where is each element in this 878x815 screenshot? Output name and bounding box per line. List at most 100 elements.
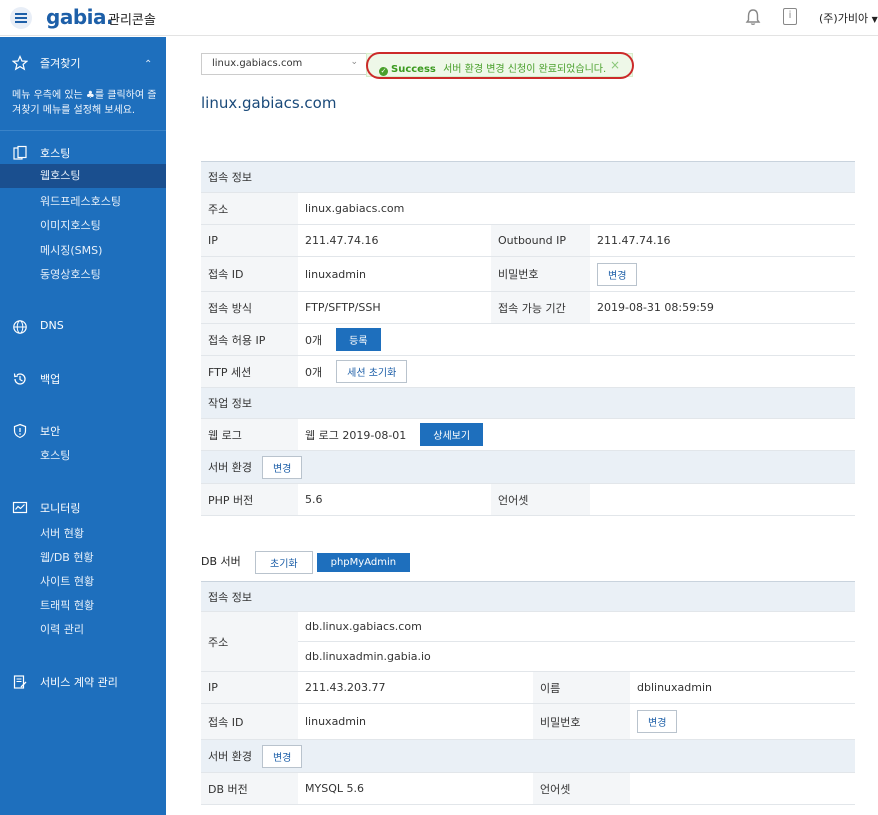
sidebar: 즐겨찾기 ⌃ 메뉴 우측에 있는 ♣를 클릭하여 즐겨찾기 메뉴를 설정해 보세…	[0, 37, 166, 815]
section-header: 서버 환경	[208, 461, 252, 474]
row-label: 비밀번호	[533, 703, 630, 740]
star-icon	[12, 55, 28, 71]
access-method-value: FTP/SFTP/SSH	[298, 291, 491, 324]
info-icon[interactable]: i	[783, 8, 797, 25]
sidebar-item-favorites[interactable]: 즐겨찾기	[0, 55, 166, 71]
user-menu[interactable]: (주)가비아 ▼	[819, 10, 878, 26]
sidebar-item-contract[interactable]: 서비스 계약 관리	[0, 674, 166, 690]
sidebar-item-history[interactable]: 이력 관리	[0, 621, 166, 637]
sidebar-label: DNS	[40, 319, 64, 332]
address-value: linux.gabiacs.com	[298, 192, 856, 225]
sidebar-label: 보안	[40, 425, 61, 438]
change-server-env-button[interactable]: 변경	[261, 455, 303, 479]
login-id-value: linuxadmin	[298, 256, 491, 292]
table-row: 주소 db.linux.gabiacs.com	[201, 611, 856, 672]
table-row: FTP 세션 0개 세션 초기화	[201, 355, 856, 388]
php-version-value: 5.6	[298, 483, 491, 516]
sidebar-item-security-hosting[interactable]: 호스팅	[0, 447, 166, 463]
view-detail-button[interactable]: 상세보기	[420, 423, 484, 446]
sidebar-item-web-db-status[interactable]: 웹/DB 현황	[0, 549, 166, 565]
row-label: 비밀번호	[491, 256, 590, 292]
table-row: 서버 환경 변경	[201, 739, 856, 773]
row-label: 웹 로그	[201, 418, 298, 451]
section-header: 접속 정보	[201, 161, 856, 193]
table-row: 주소 linux.gabiacs.com	[201, 192, 856, 225]
monitor-icon	[12, 501, 28, 514]
section-header: 작업 정보	[201, 387, 856, 419]
ip-value: 211.47.74.16	[298, 224, 491, 257]
db-name-value: dblinuxadmin	[630, 671, 856, 704]
sidebar-label: 즐겨찾기	[40, 57, 81, 70]
divider	[0, 130, 166, 131]
reset-session-button[interactable]: 세션 초기화	[336, 360, 408, 383]
db-change-server-env-button[interactable]: 변경	[261, 744, 303, 768]
chevron-up-icon[interactable]: ⌃	[144, 59, 152, 70]
chevron-down-icon: ⌄	[350, 57, 358, 67]
contract-icon	[13, 675, 27, 689]
row-label: 접속 ID	[201, 256, 298, 292]
db-version-value: MYSQL 5.6	[298, 772, 533, 805]
sidebar-item-traffic-status[interactable]: 트래픽 현황	[0, 597, 166, 613]
sidebar-label: 모니터링	[40, 502, 81, 515]
domain-select[interactable]: linux.gabiacs.com ⌄	[201, 53, 367, 75]
row-label: 접속 허용 IP	[201, 323, 298, 356]
db-ip-value: 211.43.203.77	[298, 671, 533, 704]
web-log-value: 웹 로그 2019-08-01	[305, 428, 407, 442]
table-row: db.linuxadmin.gabia.io	[201, 641, 856, 672]
register-ip-button[interactable]: 등록	[336, 328, 381, 351]
db-info-table: 접속 정보 주소 db.linux.gabiacs.com db.linuxad…	[201, 581, 856, 805]
menu-icon[interactable]	[10, 7, 32, 29]
sidebar-item-web-hosting[interactable]: 웹호스팅	[0, 164, 166, 188]
table-row: 작업 정보	[201, 387, 856, 419]
row-label: IP	[201, 671, 298, 704]
sidebar-item-server-status[interactable]: 서버 현황	[0, 525, 166, 541]
favorites-note: 메뉴 우측에 있는 ♣를 클릭하여 즐겨찾기 메뉴를 설정해 보세요.	[12, 90, 157, 116]
console-title: 관리콘솔	[108, 13, 156, 28]
sidebar-item-site-status[interactable]: 사이트 현황	[0, 573, 166, 589]
table-row: 웹 로그 웹 로그 2019-08-01 상세보기	[201, 418, 856, 451]
gabia-logo[interactable]: gabia.	[46, 5, 114, 29]
sidebar-item-messaging[interactable]: 메시징(SMS)	[0, 242, 166, 258]
phpmyadmin-button[interactable]: phpMyAdmin	[316, 553, 411, 572]
row-label: DB 버전	[201, 772, 298, 805]
sidebar-item-dns[interactable]: DNS	[0, 319, 166, 334]
db-actions: 초기화 phpMyAdmin	[255, 551, 411, 574]
top-bar: gabia. 관리콘솔 i (주)가비아 ▼	[0, 0, 878, 36]
table-row: 접속 ID linuxadmin 비밀번호 변경	[201, 256, 856, 292]
db-change-password-button[interactable]: 변경	[637, 710, 678, 733]
access-period-value: 2019-08-31 08:59:59	[590, 291, 856, 324]
bell-icon[interactable]	[745, 8, 761, 26]
table-row: 서버 환경 변경	[201, 450, 856, 484]
db-address-value: db.linux.gabiacs.com	[298, 611, 856, 642]
page-title: linux.gabiacs.com	[201, 94, 337, 112]
sidebar-item-backup[interactable]: 백업	[0, 371, 166, 387]
sidebar-item-wordpress-hosting[interactable]: 워드프레스호스팅	[0, 193, 166, 209]
table-row: PHP 버전 5.6 언어셋	[201, 483, 856, 516]
sidebar-item-hosting[interactable]: 호스팅	[0, 145, 166, 161]
db-reset-button[interactable]: 초기화	[255, 551, 313, 574]
hosting-icon	[13, 145, 27, 160]
db-charset-value	[630, 772, 856, 805]
change-password-button[interactable]: 변경	[597, 262, 638, 286]
table-row: 접속 정보	[201, 581, 856, 612]
db-login-id-value: linuxadmin	[298, 703, 533, 740]
sidebar-label: 백업	[40, 373, 61, 386]
sidebar-item-image-hosting[interactable]: 이미지호스팅	[0, 217, 166, 233]
highlight-ring	[366, 52, 634, 79]
row-label: 주소	[201, 611, 298, 672]
user-name: (주)가비아	[819, 12, 869, 25]
domain-select-value: linux.gabiacs.com	[212, 58, 303, 69]
sidebar-item-video-hosting[interactable]: 동영상호스팅	[0, 266, 166, 282]
sidebar-item-security[interactable]: 보안	[0, 423, 166, 439]
row-label: 접속 ID	[201, 703, 298, 740]
row-label: 접속 방식	[201, 291, 298, 324]
table-row: 접속 ID linuxadmin 비밀번호 변경	[201, 703, 856, 740]
main-content: linux.gabiacs.com ⌄ ✓ Success 서버 환경 변경 신청…	[166, 37, 878, 815]
row-label: IP	[201, 224, 298, 257]
globe-icon	[13, 320, 27, 334]
ftp-session-count: 0개	[305, 365, 323, 379]
table-row: 접속 정보	[201, 161, 856, 193]
row-label: Outbound IP	[491, 224, 590, 257]
sidebar-label: 호스팅	[40, 147, 71, 160]
sidebar-item-monitoring[interactable]: 모니터링	[0, 500, 166, 516]
